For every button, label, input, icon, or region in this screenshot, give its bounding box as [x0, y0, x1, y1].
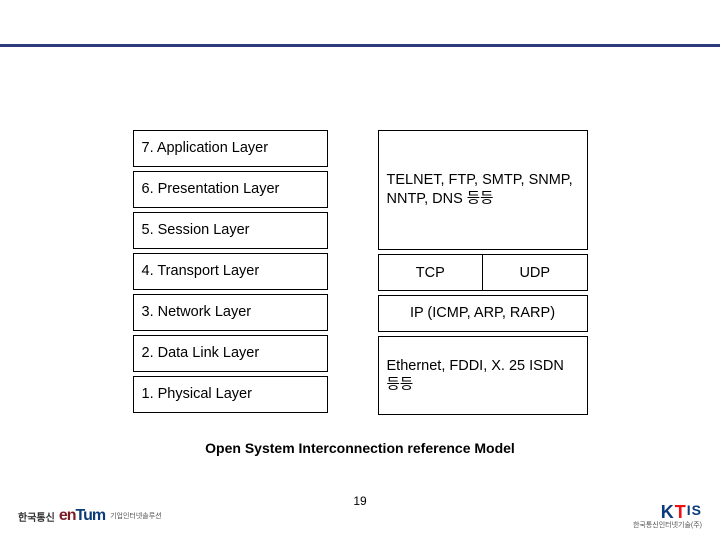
logo-left-kor: 한국통신 — [18, 509, 55, 524]
tcp-cell: TCP — [378, 254, 484, 291]
logo-ktis: KTIS — [661, 503, 702, 521]
layer-7-application: 7. Application Layer — [133, 130, 328, 167]
diagram-area: 7. Application Layer 6. Presentation Lay… — [0, 130, 720, 415]
layer-2-datalink: 2. Data Link Layer — [133, 335, 328, 372]
layer-6-presentation: 6. Presentation Layer — [133, 171, 328, 208]
logo-left-sub: 기업인터넷솔루션 — [110, 511, 162, 521]
diagram-caption: Open System Interconnection reference Mo… — [0, 440, 720, 456]
layer-1-physical: 1. Physical Layer — [133, 376, 328, 413]
footer-bar: 한국통신 enTum 기업인터넷솔루션 KTIS 한국통신인터넷기술(주) — [0, 502, 720, 530]
header-rule — [0, 44, 720, 47]
osi-layers-column: 7. Application Layer 6. Presentation Lay… — [133, 130, 328, 415]
application-protocols: TELNET, FTP, SMTP, SNMP, NNTP, DNS 등등 — [378, 130, 588, 250]
protocols-column: TELNET, FTP, SMTP, SNMP, NNTP, DNS 등등 TC… — [378, 130, 588, 415]
logo-right-sub: 한국통신인터넷기술(주) — [633, 522, 702, 529]
logo-left-entum: enTum — [59, 507, 105, 525]
transport-protocols: TCP UDP — [378, 254, 588, 291]
logo-left: 한국통신 enTum 기업인터넷솔루션 — [18, 507, 162, 525]
layer-4-transport: 4. Transport Layer — [133, 253, 328, 290]
network-protocols: IP (ICMP, ARP, RARP) — [378, 295, 588, 332]
layer-5-session: 5. Session Layer — [133, 212, 328, 249]
link-protocols: Ethernet, FDDI, X. 25 ISDN 등등 — [378, 336, 588, 415]
layer-3-network: 3. Network Layer — [133, 294, 328, 331]
logo-right: KTIS 한국통신인터넷기술(주) — [633, 503, 702, 529]
udp-cell: UDP — [483, 254, 588, 291]
